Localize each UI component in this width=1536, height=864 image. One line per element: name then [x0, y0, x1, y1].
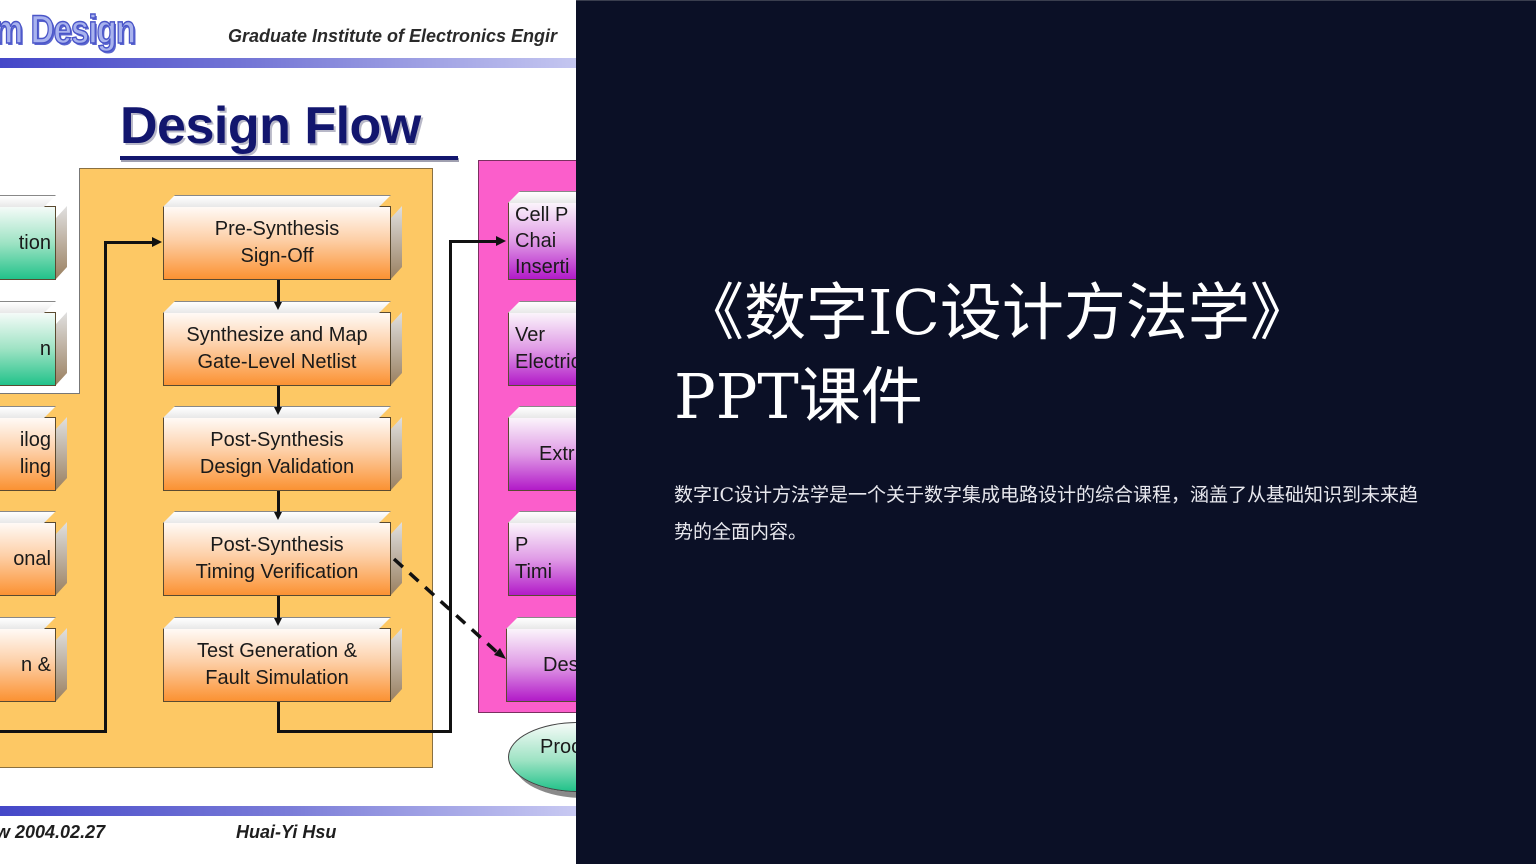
flow-box-right: Cell P Chai Inserti	[508, 202, 576, 280]
main-title-line1: 《数字IC设计方法学》	[682, 276, 1312, 349]
connector-line	[104, 241, 154, 244]
flow-box-left: n	[0, 312, 56, 386]
arrowhead-icon	[274, 302, 282, 310]
flow-box-right: Des	[506, 628, 576, 702]
connector-line	[277, 702, 280, 732]
flow-box-right: P Timi	[508, 522, 576, 596]
process-ellipse-label: Proc	[540, 736, 576, 758]
arrowhead-icon	[152, 237, 162, 247]
arrowhead-icon	[274, 618, 282, 626]
subtitle: 数字IC设计方法学是一个关于数字集成电路设计的综合课程，涵盖了从基础知识到未来趋…	[674, 484, 1419, 543]
connector-line	[104, 241, 107, 733]
dashed-connector	[392, 557, 506, 659]
footer-author: Huai-Yi Hsu	[236, 822, 337, 842]
header-bar	[0, 58, 576, 68]
connector-line	[277, 730, 451, 733]
slide-title-underline	[120, 156, 458, 160]
flow-box-synthesize-map: Synthesize and Map Gate-Level Netlist	[163, 312, 391, 386]
slide-image: m Design Graduate Institute of Electroni…	[0, 0, 576, 864]
connector-line	[0, 730, 107, 733]
flow-box-right: Ver Electric	[508, 312, 576, 386]
flow-box-left: onal	[0, 522, 56, 596]
header-institute: Graduate Institute of Electronics Engir	[228, 26, 558, 46]
flow-box-left: ilog ling	[0, 417, 56, 491]
flow-box-pre-synthesis-signoff: Pre-Synthesis Sign-Off	[163, 206, 391, 280]
arrowhead-icon	[496, 236, 506, 246]
flow-box-left: n &	[0, 628, 56, 702]
header-logo: m Design	[0, 7, 137, 53]
main-title: 《数字IC设计方法学》 PPT课件	[674, 271, 1474, 439]
flow-box-left: tion	[0, 206, 56, 280]
arrowhead-icon	[274, 407, 282, 415]
arrowhead-icon	[274, 512, 282, 520]
footer-date: w 2004.02.27	[0, 822, 106, 842]
slide-title: Design Flow	[120, 97, 421, 155]
flow-box-post-synthesis-timing: Post-Synthesis Timing Verification	[163, 522, 391, 596]
footer-bar	[0, 806, 576, 816]
flow-box-right: Extr	[508, 417, 576, 491]
main-title-line2: PPT课件	[674, 360, 923, 433]
title-panel: 《数字IC设计方法学》 PPT课件 数字IC设计方法学是一个关于数字集成电路设计…	[576, 0, 1536, 864]
flow-box-post-synthesis-validation: Post-Synthesis Design Validation	[163, 417, 391, 491]
connector-line	[449, 240, 497, 243]
flow-box-test-generation: Test Generation & Fault Simulation	[163, 628, 391, 702]
